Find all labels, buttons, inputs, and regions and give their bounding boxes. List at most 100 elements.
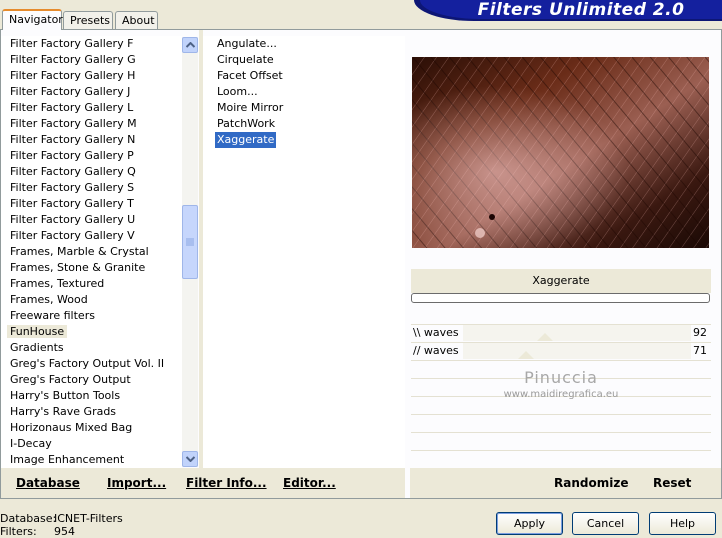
param-divider: [411, 450, 711, 451]
category-scrollbar[interactable]: [182, 37, 198, 467]
filter-label: Angulate...: [217, 37, 277, 50]
list-item[interactable]: Frames, Textured: [1, 276, 182, 292]
list-item[interactable]: Filter Factory Gallery S: [1, 180, 182, 196]
status-database-value: ICNET-Filters: [54, 512, 123, 525]
list-item[interactable]: Frames, Wood: [1, 292, 182, 308]
scroll-thumb[interactable]: [182, 205, 198, 279]
list-item[interactable]: Filter Factory Gallery H: [1, 68, 182, 84]
list-item[interactable]: Facet Offset: [215, 68, 405, 84]
list-item[interactable]: Filter Factory Gallery J: [1, 84, 182, 100]
category-label: Frames, Marble & Crystal: [10, 245, 149, 258]
category-label: Filter Factory Gallery P: [10, 149, 134, 162]
slider-thumb[interactable]: [518, 351, 535, 359]
watermark-url: www.maidiregrafica.eu: [503, 389, 619, 400]
list-item[interactable]: Harry's Button Tools: [1, 388, 182, 404]
list-item[interactable]: Greg's Factory Output Vol. II: [1, 356, 182, 372]
category-label: Gradients: [10, 341, 64, 354]
category-label: Filter Factory Gallery F: [10, 37, 134, 50]
scroll-up-button[interactable]: [182, 37, 198, 53]
list-item[interactable]: Harry's Rave Grads: [1, 404, 182, 420]
tab-presets[interactable]: Presets: [63, 11, 113, 29]
category-label: Freeware filters: [10, 309, 95, 322]
list-item[interactable]: Filter Factory Gallery M: [1, 116, 182, 132]
category-label: Frames, Textured: [10, 277, 105, 290]
param-divider: [411, 360, 711, 361]
slider-thumb[interactable]: [537, 333, 554, 341]
list-item[interactable]: Filter Factory Gallery V: [1, 228, 182, 244]
reset-button[interactable]: Reset: [653, 476, 691, 490]
category-list[interactable]: Filter Factory Gallery F Filter Factory G…: [1, 36, 182, 468]
tab-about[interactable]: About: [115, 11, 158, 29]
category-label: Filter Factory Gallery T: [10, 197, 134, 210]
category-label: Filter Factory Gallery N: [10, 133, 136, 146]
category-label: Filter Factory Gallery Q: [10, 165, 136, 178]
filter-info-button[interactable]: Filter Info...: [186, 476, 267, 490]
help-button[interactable]: Help: [649, 512, 716, 535]
import-button[interactable]: Import...: [107, 476, 166, 490]
param-row-backslash-waves[interactable]: \\ waves 92: [411, 325, 711, 341]
list-item[interactable]: I-Decay: [1, 436, 182, 452]
list-item[interactable]: Angulate...: [215, 36, 405, 52]
param-value: 92: [693, 326, 707, 339]
list-item[interactable]: Filter Factory Gallery T: [1, 196, 182, 212]
tab-navigator[interactable]: Navigator: [2, 9, 63, 30]
filter-label: Facet Offset: [217, 69, 283, 82]
cancel-button[interactable]: Cancel: [572, 512, 639, 535]
param-divider: [411, 414, 711, 415]
list-item[interactable]: Loom...: [215, 84, 405, 100]
database-button[interactable]: Database: [16, 476, 80, 490]
list-item[interactable]: Gradients: [1, 340, 182, 356]
filter-label: Loom...: [217, 85, 258, 98]
chevron-down-icon: [185, 456, 195, 462]
action-bar-divider: [405, 468, 410, 498]
list-item[interactable]: Filter Factory Gallery N: [1, 132, 182, 148]
category-label: Greg's Factory Output: [10, 373, 131, 386]
list-item[interactable]: FunHouse: [1, 324, 182, 340]
editor-button[interactable]: Editor...: [283, 476, 336, 490]
filter-list[interactable]: Angulate... Cirquelate Facet Offset Loom...…: [203, 36, 405, 468]
list-item[interactable]: Filter Factory Gallery Q: [1, 164, 182, 180]
category-label: Frames, Wood: [10, 293, 88, 306]
list-item[interactable]: Frames, Marble & Crystal: [1, 244, 182, 260]
filter-label: Moire Mirror: [217, 101, 284, 114]
list-item[interactable]: Filter Factory Gallery P: [1, 148, 182, 164]
category-label: Image Enhancement: [10, 453, 125, 466]
category-label: Harry's Button Tools: [10, 389, 121, 402]
category-label: Filter Factory Gallery H: [10, 69, 136, 82]
category-label: Greg's Factory Output Vol. II: [10, 357, 165, 370]
category-label: Harry's Rave Grads: [10, 405, 117, 418]
list-item[interactable]: Filter Factory Gallery F: [1, 36, 182, 52]
grip-icon: [186, 238, 194, 246]
param-divider: [411, 432, 711, 433]
list-item[interactable]: Horizonaus Mixed Bag: [1, 420, 182, 436]
list-item[interactable]: Frames, Stone & Granite: [1, 260, 182, 276]
preview-filter-name: Xaggerate: [411, 269, 711, 293]
status-filters-value: 954: [54, 525, 75, 538]
list-item[interactable]: Image Enhancement: [1, 452, 182, 468]
list-item[interactable]: Filter Factory Gallery G: [1, 52, 182, 68]
window-title: Filters Unlimited 2.0: [477, 0, 685, 20]
param-row-slash-waves[interactable]: // waves 71: [411, 343, 711, 359]
slider-track[interactable]: [463, 325, 691, 341]
scroll-down-button[interactable]: [182, 451, 198, 467]
apply-button[interactable]: Apply: [496, 512, 563, 535]
list-item[interactable]: Freeware filters: [1, 308, 182, 324]
list-item[interactable]: Xaggerate: [213, 131, 405, 149]
randomize-button[interactable]: Randomize: [554, 476, 628, 490]
list-item[interactable]: Greg's Factory Output: [1, 372, 182, 388]
preview-image: [412, 57, 709, 248]
list-item[interactable]: PatchWork: [215, 116, 405, 132]
list-item[interactable]: Filter Factory Gallery L: [1, 100, 182, 116]
filter-label: Cirquelate: [217, 53, 274, 66]
progress-bar: [411, 293, 710, 303]
list-item[interactable]: Filter Factory Gallery U: [1, 212, 182, 228]
param-label: \\ waves: [413, 326, 459, 339]
category-label: Filter Factory Gallery S: [10, 181, 135, 194]
slider-track[interactable]: [463, 343, 691, 359]
list-item[interactable]: Moire Mirror: [215, 100, 405, 116]
chevron-up-icon: [185, 42, 195, 48]
list-item[interactable]: Cirquelate: [215, 52, 405, 68]
status-database-label: Database:: [0, 512, 57, 525]
status-filters-label: Filters:: [0, 525, 37, 538]
category-label: Filter Factory Gallery G: [10, 53, 136, 66]
